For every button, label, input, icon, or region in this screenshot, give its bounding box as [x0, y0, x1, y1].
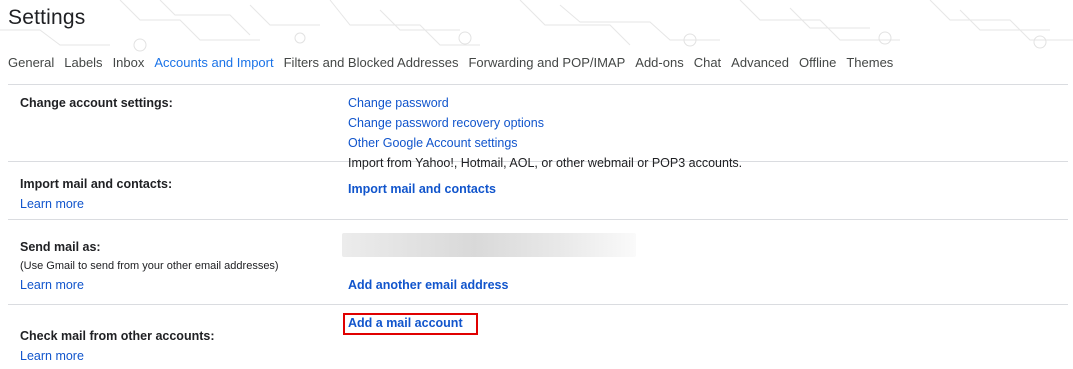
page-title: Settings: [8, 6, 86, 29]
row-divider: [8, 304, 1068, 305]
tabs-divider: [8, 84, 1068, 85]
other-google-account-settings-link[interactable]: Other Google Account settings: [348, 136, 518, 150]
tab-inbox[interactable]: Inbox: [113, 55, 145, 70]
tab-forwarding-and-pop-imap[interactable]: Forwarding and POP/IMAP: [468, 55, 625, 70]
change-password-link[interactable]: Change password: [348, 96, 449, 110]
tab-chat[interactable]: Chat: [694, 55, 721, 70]
tab-add-ons[interactable]: Add-ons: [635, 55, 683, 70]
check-mail-learn-more-link[interactable]: Learn more: [20, 349, 84, 363]
tab-filters-and-blocked-addresses[interactable]: Filters and Blocked Addresses: [284, 55, 459, 70]
import-mail-and-contacts-link[interactable]: Import mail and contacts: [348, 182, 496, 196]
change-account-settings-label: Change account settings:: [20, 96, 173, 110]
tab-labels[interactable]: Labels: [64, 55, 102, 70]
settings-tabs: General Labels Inbox Accounts and Import…: [8, 55, 903, 70]
row-divider: [8, 219, 1068, 220]
send-mail-as-sublabel: (Use Gmail to send from your other email…: [20, 260, 279, 272]
highlight-box: [343, 313, 478, 335]
import-learn-more-link[interactable]: Learn more: [20, 197, 84, 211]
tab-general[interactable]: General: [8, 55, 54, 70]
import-description: Import from Yahoo!, Hotmail, AOL, or oth…: [348, 156, 743, 170]
change-password-recovery-link[interactable]: Change password recovery options: [348, 116, 544, 130]
settings-page: Settings General Labels Inbox Accounts a…: [0, 0, 1073, 369]
redacted-email-address: [342, 233, 636, 257]
tab-themes[interactable]: Themes: [846, 55, 893, 70]
send-mail-as-label: Send mail as:: [20, 240, 101, 254]
tab-accounts-and-import[interactable]: Accounts and Import: [154, 55, 273, 70]
tab-advanced[interactable]: Advanced: [731, 55, 789, 70]
tab-offline[interactable]: Offline: [799, 55, 836, 70]
circuit-pattern-decoration: [0, 0, 1073, 52]
import-mail-label: Import mail and contacts:: [20, 177, 173, 191]
header-background-pattern: Settings General Labels Inbox Accounts a…: [0, 0, 1073, 84]
send-as-learn-more-link[interactable]: Learn more: [20, 278, 84, 292]
check-mail-label: Check mail from other accounts:: [20, 329, 215, 343]
add-another-email-address-link[interactable]: Add another email address: [348, 278, 508, 292]
